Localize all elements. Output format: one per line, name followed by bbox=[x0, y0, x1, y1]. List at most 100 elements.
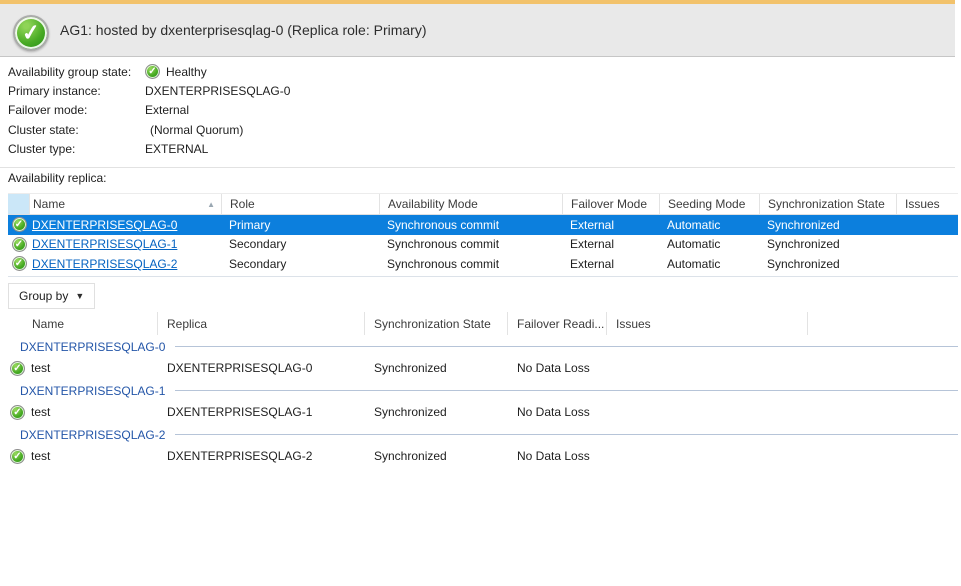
detail-row-primary-instance: Primary instance: DXENTERPRISESQLAG-0 bbox=[8, 81, 290, 100]
detail-value: External bbox=[145, 103, 189, 117]
detail-value: DXENTERPRISESQLAG-0 bbox=[145, 84, 290, 98]
group-rule bbox=[175, 434, 958, 435]
column-header-label: Name bbox=[32, 317, 64, 331]
group-title: DXENTERPRISESQLAG-2 bbox=[20, 428, 165, 442]
healthy-check-icon bbox=[12, 217, 27, 232]
cell-availability-mode: Synchronous commit bbox=[380, 215, 563, 235]
cell-failover-mode: External bbox=[563, 235, 660, 255]
column-header-label: Name bbox=[33, 197, 65, 211]
column-header-label: Seeding Mode bbox=[668, 197, 745, 211]
column-header-label: Issues bbox=[905, 197, 940, 211]
cell-synchronization-state: Synchronized bbox=[760, 215, 897, 235]
column-header-seeding-mode[interactable]: Seeding Mode bbox=[660, 194, 760, 214]
column-header-issues[interactable]: Issues bbox=[607, 312, 808, 335]
cell-failover-readiness: No Data Loss bbox=[508, 401, 607, 423]
healthy-check-icon bbox=[10, 449, 25, 464]
cell-synchronization-state: Synchronized bbox=[760, 235, 897, 255]
column-header-name[interactable]: Name ▲ bbox=[30, 194, 222, 214]
database-table: Name Replica Synchronization State Failo… bbox=[8, 312, 958, 467]
cell-spacer bbox=[808, 357, 958, 379]
database-table-header: Name Replica Synchronization State Failo… bbox=[8, 312, 958, 335]
column-header-label: Failover Mode bbox=[571, 197, 647, 211]
cell-availability-mode: Synchronous commit bbox=[380, 254, 563, 274]
column-header-synchronization-state[interactable]: Synchronization State bbox=[760, 194, 897, 214]
table-row[interactable]: DXENTERPRISESQLAG-2 Secondary Synchronou… bbox=[8, 254, 958, 274]
replica-link[interactable]: DXENTERPRISESQLAG-2 bbox=[32, 257, 177, 271]
cell-role: Primary bbox=[222, 215, 380, 235]
table-row[interactable]: test DXENTERPRISESQLAG-1 Synchronized No… bbox=[8, 401, 958, 423]
cell-spacer bbox=[808, 401, 958, 423]
cell-issues bbox=[897, 215, 958, 235]
table-row[interactable]: test DXENTERPRISESQLAG-2 Synchronized No… bbox=[8, 445, 958, 467]
table-row[interactable]: DXENTERPRISESQLAG-0 Primary Synchronous … bbox=[8, 215, 958, 235]
detail-label: Cluster state: bbox=[8, 123, 145, 137]
replica-table-header: Name ▲ Role Availability Mode Failover M… bbox=[8, 193, 958, 215]
cell-seeding-mode: Automatic bbox=[660, 215, 760, 235]
replica-table: Name ▲ Role Availability Mode Failover M… bbox=[8, 193, 958, 274]
availability-replica-label: Availability replica: bbox=[8, 171, 107, 185]
table-row[interactable]: DXENTERPRISESQLAG-1 Secondary Synchronou… bbox=[8, 235, 958, 255]
cell-replica: DXENTERPRISESQLAG-2 bbox=[158, 445, 365, 467]
column-header-name[interactable]: Name bbox=[8, 312, 158, 335]
ag-details: Availability group state: Healthy Primar… bbox=[8, 62, 290, 159]
availability-group-banner: AG1: hosted by dxenterprisesqlag-0 (Repl… bbox=[0, 4, 955, 57]
group-title: DXENTERPRISESQLAG-0 bbox=[20, 340, 165, 354]
detail-row-failover-mode: Failover mode: External bbox=[8, 101, 290, 120]
group-by-button[interactable]: Group by ▼ bbox=[8, 283, 95, 309]
cell-role: Secondary bbox=[222, 254, 380, 274]
column-header-failover-readiness[interactable]: Failover Readi... bbox=[508, 312, 607, 335]
cell-failover-mode: External bbox=[563, 215, 660, 235]
cell-role: Secondary bbox=[222, 235, 380, 255]
table-row[interactable]: test DXENTERPRISESQLAG-0 Synchronized No… bbox=[8, 357, 958, 379]
cell-issues bbox=[897, 235, 958, 255]
column-header-label: Issues bbox=[616, 317, 651, 331]
group-title: DXENTERPRISESQLAG-1 bbox=[20, 384, 165, 398]
column-header-replica[interactable]: Replica bbox=[158, 312, 365, 335]
ag-dashboard: AG1: hosted by dxenterprisesqlag-0 (Repl… bbox=[0, 0, 961, 586]
detail-value: (Normal Quorum) bbox=[145, 123, 243, 137]
detail-value: Healthy bbox=[166, 65, 207, 79]
cell-database-name: test bbox=[31, 449, 50, 463]
cell-replica: DXENTERPRISESQLAG-0 bbox=[158, 357, 365, 379]
detail-row-cluster-state: Cluster state: (Normal Quorum) bbox=[8, 120, 290, 139]
column-header-role[interactable]: Role bbox=[222, 194, 380, 214]
cell-issues bbox=[607, 357, 808, 379]
chevron-down-icon: ▼ bbox=[75, 291, 84, 301]
cell-seeding-mode: Automatic bbox=[660, 235, 760, 255]
section-divider bbox=[0, 167, 955, 168]
cell-failover-readiness: No Data Loss bbox=[508, 445, 607, 467]
column-header-issues[interactable]: Issues bbox=[897, 194, 958, 214]
group-rule bbox=[175, 346, 958, 347]
detail-label: Failover mode: bbox=[8, 103, 145, 117]
group-header[interactable]: DXENTERPRISESQLAG-2 bbox=[8, 424, 958, 445]
group-header[interactable]: DXENTERPRISESQLAG-0 bbox=[8, 336, 958, 357]
healthy-check-icon bbox=[12, 256, 27, 271]
selector-column-header[interactable] bbox=[8, 194, 30, 214]
cell-synchronization-state: Synchronized bbox=[365, 357, 508, 379]
section-divider bbox=[8, 276, 958, 277]
healthy-check-icon bbox=[145, 64, 160, 79]
detail-label: Primary instance: bbox=[8, 84, 145, 98]
healthy-check-icon bbox=[12, 237, 27, 252]
column-header-failover-mode[interactable]: Failover Mode bbox=[563, 194, 660, 214]
cell-failover-readiness: No Data Loss bbox=[508, 357, 607, 379]
detail-value: EXTERNAL bbox=[145, 142, 208, 156]
cell-replica: DXENTERPRISESQLAG-1 bbox=[158, 401, 365, 423]
cell-availability-mode: Synchronous commit bbox=[380, 235, 563, 255]
healthy-check-icon bbox=[10, 361, 25, 376]
sort-ascending-icon: ▲ bbox=[207, 200, 215, 209]
group-by-label: Group by bbox=[19, 289, 68, 303]
group-header[interactable]: DXENTERPRISESQLAG-1 bbox=[8, 380, 958, 401]
detail-label: Availability group state: bbox=[8, 65, 145, 79]
detail-label: Cluster type: bbox=[8, 142, 145, 156]
detail-row-cluster-type: Cluster type: EXTERNAL bbox=[8, 140, 290, 159]
column-header-label: Role bbox=[230, 197, 255, 211]
column-header-availability-mode[interactable]: Availability Mode bbox=[380, 194, 563, 214]
cell-synchronization-state: Synchronized bbox=[760, 254, 897, 274]
replica-link[interactable]: DXENTERPRISESQLAG-0 bbox=[32, 218, 177, 232]
column-header-spacer bbox=[808, 312, 958, 335]
column-header-synchronization-state[interactable]: Synchronization State bbox=[365, 312, 508, 335]
cell-seeding-mode: Automatic bbox=[660, 254, 760, 274]
column-header-label: Synchronization State bbox=[768, 197, 885, 211]
replica-link[interactable]: DXENTERPRISESQLAG-1 bbox=[32, 237, 177, 251]
